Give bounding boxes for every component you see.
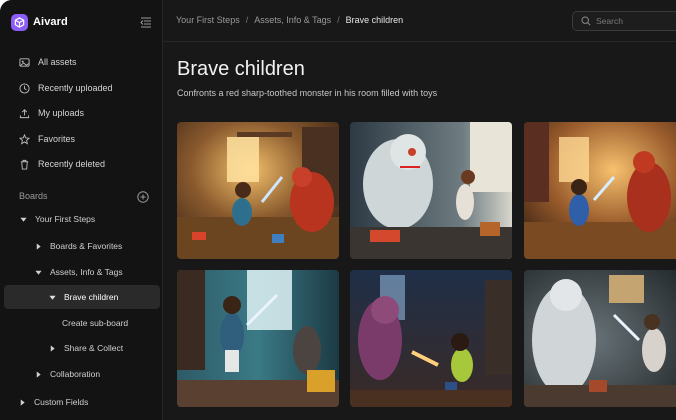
- nav-all-assets[interactable]: All assets: [4, 50, 160, 74]
- asset-thumbnail[interactable]: [524, 122, 676, 259]
- tree-item-custom-fields[interactable]: Custom Fields: [4, 390, 160, 414]
- nav-label: Recently deleted: [38, 159, 106, 169]
- nav-label: Recently uploaded: [38, 83, 113, 93]
- search-placeholder: Search: [596, 16, 623, 26]
- asset-thumbnail[interactable]: [350, 270, 512, 407]
- app-name: Aivard: [33, 16, 68, 28]
- star-icon: [18, 133, 30, 145]
- boards-section-label: Boards: [19, 191, 48, 201]
- tree-item-collaboration[interactable]: Collaboration: [4, 362, 160, 386]
- tree-item-assets-info-tags[interactable]: Assets, Info & Tags: [4, 260, 160, 284]
- nav-recently-uploaded[interactable]: Recently uploaded: [4, 76, 160, 100]
- app-window: Aivard All assets Recently uploaded My u…: [0, 0, 676, 420]
- create-sub-board-link[interactable]: Create sub-board: [4, 311, 160, 335]
- collapse-sidebar-icon[interactable]: [140, 15, 152, 28]
- tree-label: Boards & Favorites: [50, 241, 123, 251]
- tree-label: Create sub-board: [62, 318, 129, 328]
- caret-right-icon[interactable]: [34, 370, 42, 378]
- trash-icon: [18, 158, 30, 170]
- asset-thumbnail[interactable]: [177, 122, 339, 259]
- asset-thumbnail[interactable]: [524, 270, 676, 407]
- nav-favorites[interactable]: Favorites: [4, 127, 160, 151]
- breadcrumb: Your First Steps / Assets, Info & Tags /…: [176, 15, 404, 25]
- sidebar: Aivard All assets Recently uploaded My u…: [0, 0, 163, 420]
- caret-down-icon[interactable]: [19, 215, 27, 223]
- tree-item-your-first-steps[interactable]: Your First Steps: [4, 207, 160, 231]
- tree-item-brave-children[interactable]: Brave children: [4, 285, 160, 309]
- breadcrumb-item[interactable]: Assets, Info & Tags: [254, 15, 331, 25]
- caret-right-icon[interactable]: [34, 242, 42, 250]
- tree-item-boards-favorites[interactable]: Boards & Favorites: [4, 234, 160, 258]
- caret-right-icon[interactable]: [48, 344, 56, 352]
- upload-icon: [18, 107, 30, 119]
- page-title: Brave children: [177, 58, 305, 80]
- asset-thumbnail[interactable]: [350, 122, 512, 259]
- tree-label: Custom Fields: [34, 397, 89, 407]
- add-board-icon[interactable]: [137, 190, 149, 203]
- breadcrumb-item[interactable]: Your First Steps: [176, 15, 240, 25]
- nav-label: Favorites: [38, 134, 76, 144]
- image-icon: [18, 56, 30, 68]
- nav-my-uploads[interactable]: My uploads: [4, 101, 160, 125]
- caret-down-icon[interactable]: [34, 268, 42, 276]
- clock-icon: [18, 82, 30, 94]
- brand[interactable]: Aivard: [11, 12, 68, 32]
- caret-right-icon[interactable]: [18, 398, 26, 406]
- nav-recently-deleted[interactable]: Recently deleted: [4, 152, 160, 176]
- tree-label: Assets, Info & Tags: [50, 267, 123, 277]
- tree-label: Brave children: [64, 292, 119, 302]
- nav-label: My uploads: [38, 108, 85, 118]
- board-description: Confronts a red sharp-toothed monster in…: [177, 88, 438, 98]
- breadcrumb-current: Brave children: [345, 15, 404, 25]
- asset-thumbnail[interactable]: [177, 270, 339, 407]
- nav-label: All assets: [38, 57, 77, 67]
- tree-label: Share & Collect: [64, 343, 124, 353]
- caret-down-icon[interactable]: [48, 293, 56, 301]
- tree-label: Your First Steps: [35, 214, 96, 224]
- tree-label: Collaboration: [50, 369, 101, 379]
- tree-item-share-collect[interactable]: Share & Collect: [4, 336, 160, 360]
- search-icon: [581, 16, 591, 26]
- search-input[interactable]: Search: [572, 11, 676, 31]
- topbar: Your First Steps / Assets, Info & Tags /…: [163, 0, 676, 42]
- aivard-logo-icon: [11, 13, 28, 31]
